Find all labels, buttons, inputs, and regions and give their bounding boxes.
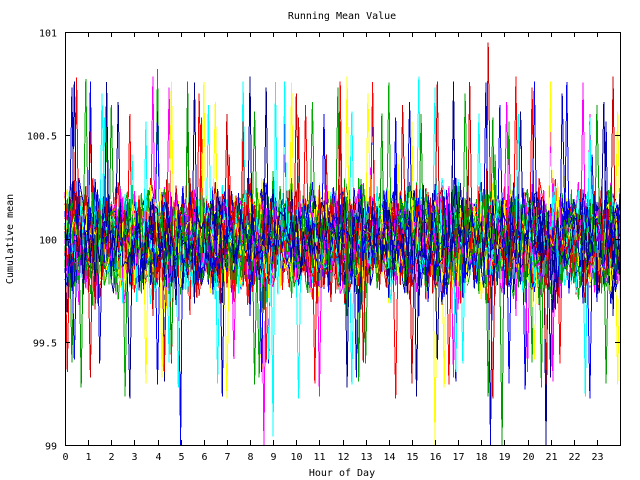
x-tick-label: 5 — [178, 452, 184, 463]
x-tick-label: 0 — [62, 452, 68, 463]
x-tick-label: 13 — [360, 452, 372, 463]
x-tick-label: 6 — [201, 452, 207, 463]
x-axis-label: Hour of Day — [309, 468, 375, 479]
x-tick-label: 3 — [131, 452, 137, 463]
x-tick-label: 8 — [247, 452, 253, 463]
y-axis-label: Cumulative mean — [5, 194, 16, 284]
x-tick-label: 11 — [313, 452, 325, 463]
x-tick-label: 12 — [337, 452, 349, 463]
y-tick-label: 100.5 — [27, 132, 57, 143]
running-mean-chart: Running Mean Value 9999.5100100.5101 012… — [5, 11, 621, 479]
x-tick-label: 18 — [475, 452, 487, 463]
x-tick-label: 7 — [224, 452, 230, 463]
x-tick-label: 17 — [452, 452, 464, 463]
y-tick-label: 99.5 — [33, 339, 57, 350]
x-tick-label: 10 — [290, 452, 302, 463]
x-tick-label: 20 — [522, 452, 534, 463]
series-layer — [64, 42, 621, 446]
y-tick-label: 100 — [39, 236, 57, 247]
y-tick-label: 99 — [45, 442, 57, 453]
x-tick-label: 23 — [591, 452, 603, 463]
chart-title: Running Mean Value — [288, 11, 396, 22]
x-tick-label: 15 — [406, 452, 418, 463]
x-tick-label: 1 — [85, 452, 91, 463]
x-tick-label: 14 — [383, 452, 395, 463]
x-tick-label: 2 — [108, 452, 114, 463]
x-tick-label: 21 — [545, 452, 557, 463]
x-tick-label: 16 — [429, 452, 441, 463]
x-tick-label: 22 — [568, 452, 580, 463]
x-tick-label: 19 — [498, 452, 510, 463]
y-tick-label: 101 — [39, 29, 57, 40]
x-tick-label: 4 — [155, 452, 161, 463]
x-tick-label: 9 — [270, 452, 276, 463]
